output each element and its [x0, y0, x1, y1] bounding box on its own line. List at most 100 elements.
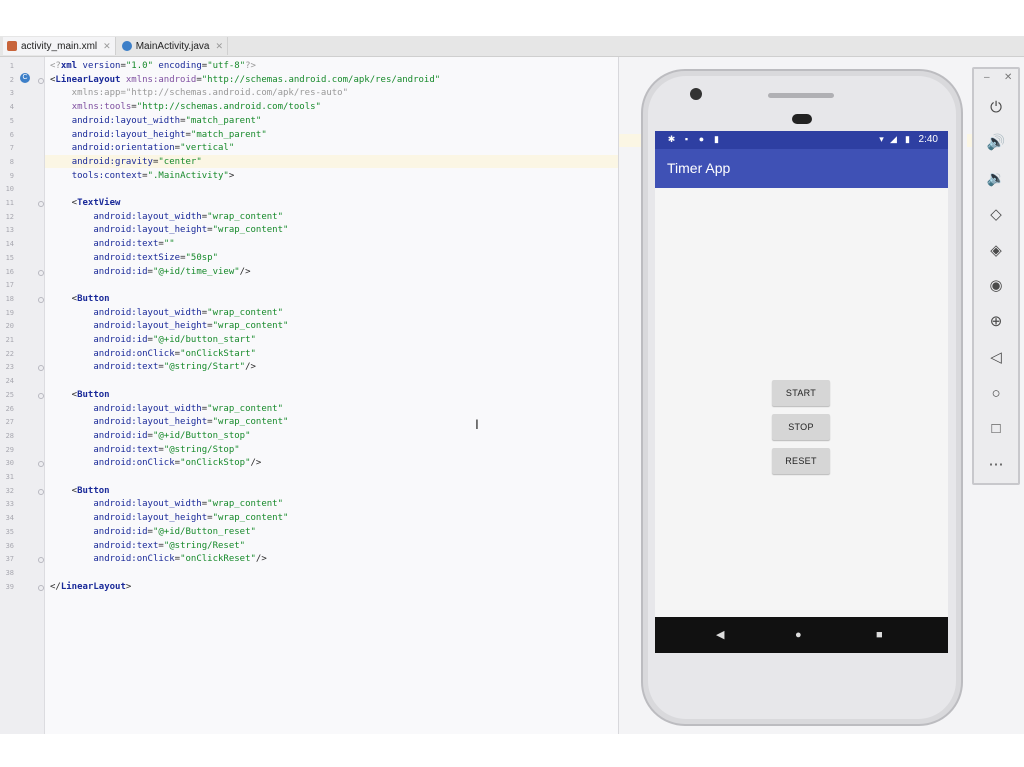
line-number: 38 — [5, 568, 14, 577]
code-line[interactable]: android:layout_height="wrap_content" — [50, 512, 288, 525]
home-icon[interactable]: ○ — [984, 382, 1008, 406]
code-line[interactable]: android:layout_width="wrap_content" — [50, 498, 283, 511]
code-token: android:id — [93, 335, 148, 345]
line-number: 14 — [5, 240, 14, 249]
code-line[interactable]: android:id="@+id/Button_stop" — [50, 430, 250, 443]
code-line[interactable]: xmlns:tools="http://schemas.android.com/… — [50, 101, 321, 114]
code-token: android:textSize — [93, 252, 181, 263]
code-line[interactable]: <Button — [50, 485, 110, 498]
code-token: "" — [163, 239, 175, 250]
start-button[interactable]: START — [772, 380, 830, 406]
current-line-highlight — [619, 134, 641, 147]
code-line[interactable]: android:id="@+id/button_start" — [50, 334, 256, 347]
fold-marker-icon[interactable] — [38, 461, 44, 468]
code-line[interactable]: <Button — [50, 293, 110, 306]
back-icon[interactable]: ◁ — [984, 346, 1008, 370]
code-line[interactable]: android:id="@+id/Button_reset" — [50, 526, 256, 539]
code-token: "http://schemas.android.com/tools" — [136, 102, 321, 113]
device-screen[interactable]: ✱ ▪ ● ▮ ▾ ◢ ▮ 2:40 Timer App START STOP … — [655, 131, 948, 653]
close-icon[interactable]: ✕ — [215, 41, 223, 52]
code-token: "http://schemas.android.com/apk/res/andr… — [201, 74, 441, 85]
code-line[interactable]: </LinearLayout> — [50, 581, 131, 594]
fold-marker-icon[interactable] — [38, 269, 44, 276]
overview-icon[interactable]: □ — [984, 417, 1008, 441]
code-token: android:onClick — [93, 458, 175, 469]
code-line[interactable]: android:layout_height="match_parent" — [50, 129, 267, 142]
code-line[interactable]: android:layout_width="match_parent" — [50, 115, 262, 128]
code-token: "wrap_content" — [212, 321, 289, 332]
code-line[interactable]: android:text="@string/Stop" — [50, 444, 239, 457]
code-token: /> — [239, 266, 251, 277]
code-line[interactable]: android:layout_width="wrap_content" — [50, 403, 283, 416]
code-line[interactable]: android:text="@string/Reset" — [50, 540, 245, 553]
stop-button[interactable]: STOP — [772, 414, 830, 440]
code-token: Button — [77, 485, 110, 496]
home-icon[interactable]: ● — [795, 629, 802, 641]
code-line[interactable]: <LinearLayout xmlns:android="http://sche… — [50, 74, 440, 87]
more-icon[interactable]: ⋯ — [984, 453, 1008, 477]
code-token: ".MainActivity" — [147, 170, 229, 181]
code-line[interactable]: android:layout_height="wrap_content" — [50, 320, 288, 333]
back-icon[interactable]: ◀ — [716, 629, 724, 641]
volume-up-icon[interactable]: 🔊 — [984, 131, 1008, 155]
rotate-right-icon[interactable]: ◈ — [984, 239, 1008, 263]
code-line[interactable]: xmlns:app="http://schemas.android.com/ap… — [50, 87, 348, 100]
rotate-left-icon[interactable]: ◇ — [984, 203, 1008, 227]
code-line[interactable]: android:textSize="50sp" — [50, 252, 218, 265]
tab-activity-main-xml[interactable]: activity_main.xml ✕ — [3, 37, 116, 55]
code-line[interactable]: android:layout_width="wrap_content" — [50, 307, 283, 320]
zoom-icon[interactable]: ⊕ — [984, 310, 1008, 334]
code-line[interactable]: tools:context=".MainActivity"> — [50, 170, 235, 183]
code-line[interactable]: <?xml version="1.0" encoding="utf-8"?> — [50, 60, 256, 73]
line-number: 6 — [9, 130, 14, 139]
fold-marker-icon[interactable] — [38, 296, 44, 303]
line-number: 11 — [5, 199, 14, 207]
code-editor[interactable]: C 1 2 3 4 5 6 7 8 9 10 11 12 13 14 15 16 17 18 19 20 21 22 23 2… — [0, 57, 618, 734]
line-number: 29 — [5, 445, 14, 454]
close-icon[interactable]: ✕ — [103, 41, 111, 52]
fold-marker-icon[interactable] — [38, 201, 44, 207]
code-line[interactable]: android:text="@string/Start"/> — [50, 361, 256, 374]
sync-icon: ● — [698, 134, 705, 144]
code-line[interactable]: android:layout_height="wrap_content" — [50, 416, 288, 429]
fold-marker-icon[interactable] — [38, 392, 44, 399]
fold-marker-icon[interactable] — [38, 584, 44, 591]
reset-button[interactable]: RESET — [772, 448, 830, 474]
code-line[interactable]: android:onClick="onClickStop"/> — [50, 457, 261, 470]
code-line[interactable]: android:gravity="center" — [50, 156, 202, 169]
code-line[interactable]: android:layout_height="wrap_content" — [50, 224, 288, 237]
power-icon[interactable]: ⏻ — [984, 96, 1008, 120]
status-time: 2:40 — [918, 134, 938, 145]
code-line[interactable]: android:onClick="onClickReset"/> — [50, 553, 266, 566]
recents-icon[interactable]: ■ — [876, 629, 883, 641]
code-token: Button — [77, 293, 110, 304]
code-line[interactable]: android:orientation="vertical" — [50, 142, 235, 155]
code-line[interactable]: android:layout_width="wrap_content" — [50, 211, 283, 224]
line-number-gutter: C 1 2 3 4 5 6 7 8 9 10 11 12 13 14 15 16 17 18 19 20 21 22 23 2… — [0, 57, 45, 734]
fold-marker-icon[interactable] — [38, 557, 44, 564]
close-icon[interactable]: ✕ — [1004, 72, 1012, 83]
fold-marker-icon[interactable] — [38, 365, 44, 372]
camera-icon[interactable]: ◉ — [984, 274, 1008, 298]
code-token: LinearLayout — [60, 581, 126, 592]
class-gutter-icon[interactable]: C — [20, 73, 30, 83]
code-line[interactable]: <Button — [50, 389, 110, 402]
code-token: < — [50, 293, 78, 304]
fold-marker-icon[interactable] — [38, 77, 44, 84]
fold-marker-icon[interactable] — [38, 488, 44, 495]
line-number: 37 — [5, 555, 14, 564]
code-line[interactable]: android:id="@+id/time_view"/> — [50, 266, 251, 279]
code-line[interactable]: <TextView — [50, 197, 121, 210]
code-line[interactable]: android:onClick="onClickStart" — [50, 348, 256, 361]
minimize-icon[interactable]: – — [984, 72, 990, 83]
code-line[interactable]: android:text="" — [50, 238, 175, 251]
tab-main-activity-java[interactable]: MainActivity.java ✕ — [118, 37, 228, 55]
volume-down-icon[interactable]: 🔉 — [984, 167, 1008, 191]
